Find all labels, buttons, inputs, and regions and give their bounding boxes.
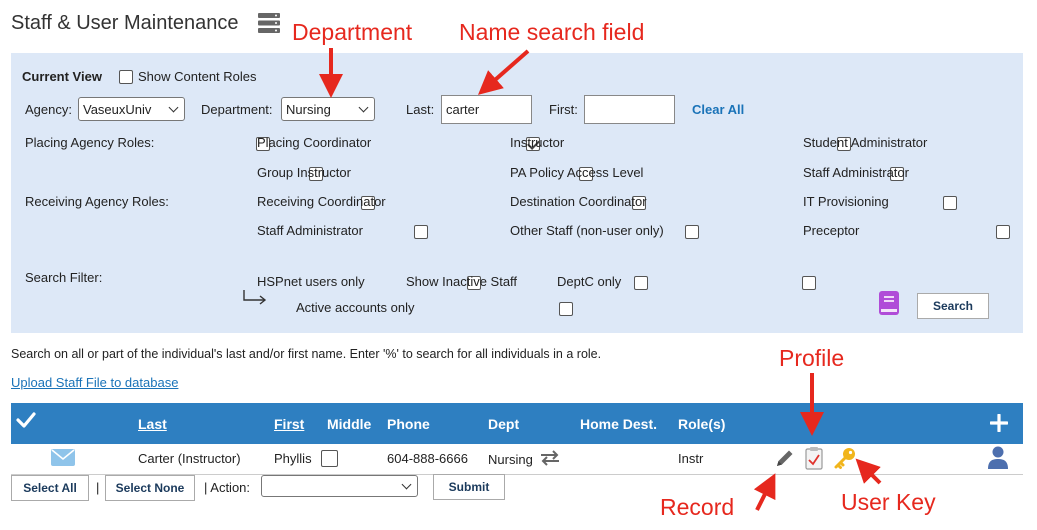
arrow-user-key	[855, 458, 882, 485]
annotation-arrows	[319, 48, 882, 511]
arrow-name-search	[477, 49, 530, 95]
arrow-record	[753, 473, 776, 511]
